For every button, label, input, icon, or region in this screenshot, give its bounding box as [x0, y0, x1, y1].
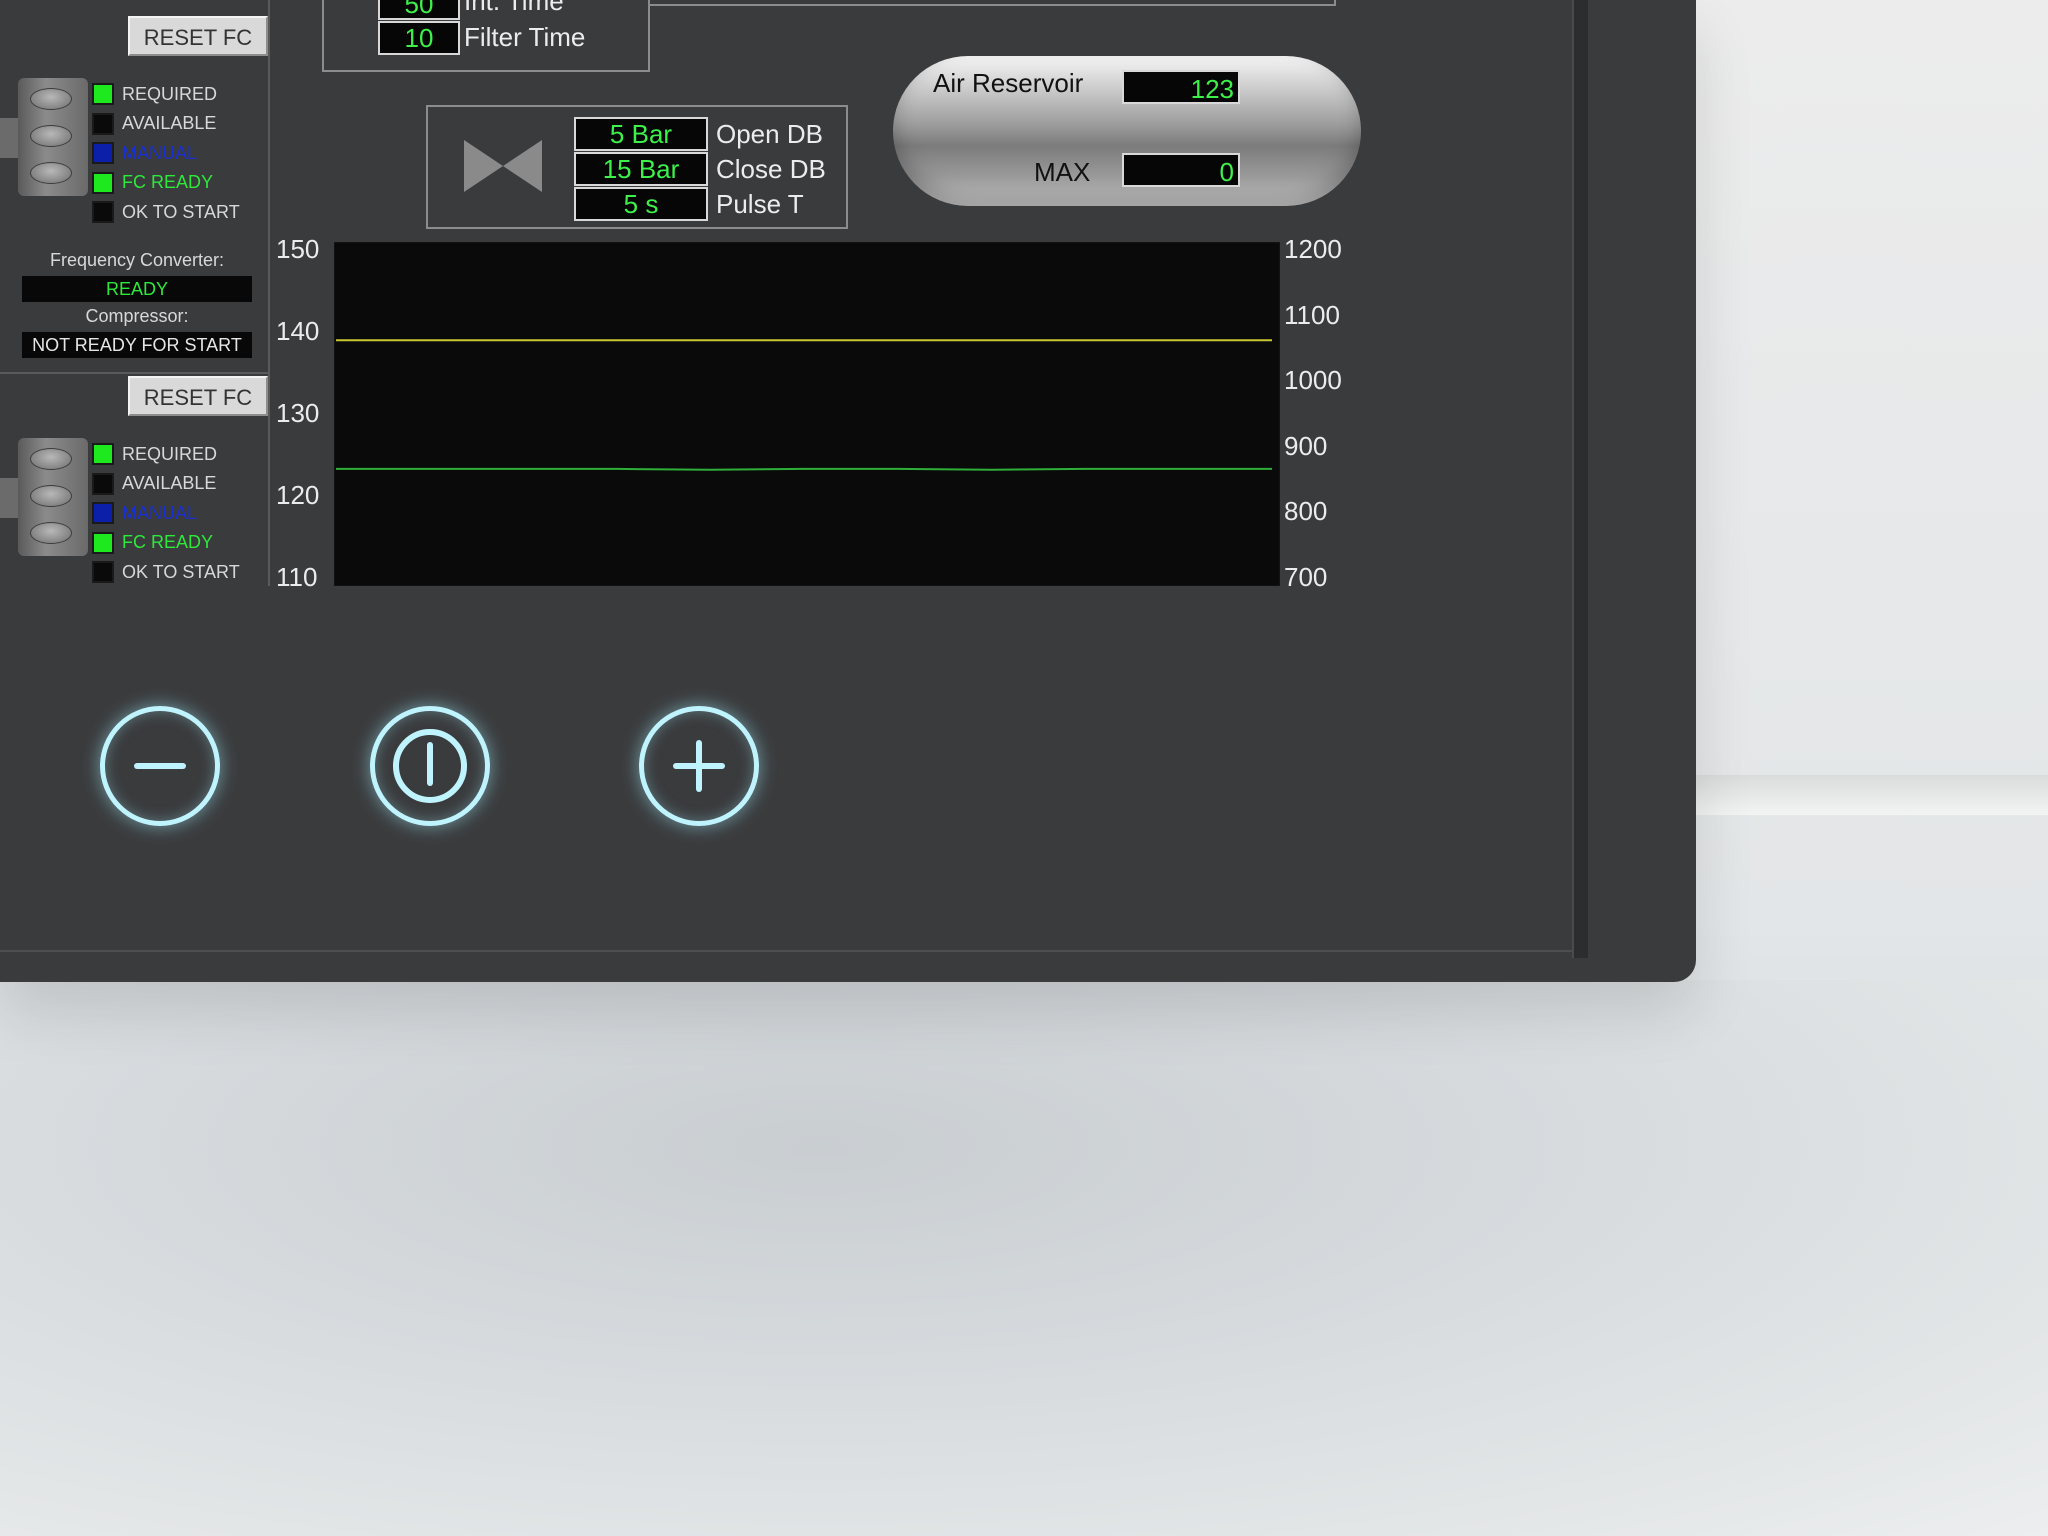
chart-plot-area	[334, 242, 1280, 586]
left-axis-tick: 110	[276, 562, 318, 592]
int-time-label: Int. Time	[464, 0, 564, 16]
frequency-converter-label: Frequency Converter:	[49, 250, 225, 270]
indicator-available: AVAILABLE	[92, 471, 216, 497]
compressor-icon-1	[0, 78, 88, 196]
left-axis-tick: 140	[276, 316, 320, 346]
panel-edge	[1572, 0, 1588, 958]
left-axis-tick: 120	[276, 480, 320, 510]
indicator-lamp	[92, 561, 114, 584]
right-axis-tick: 800	[1284, 496, 1328, 527]
floor-background	[0, 980, 2048, 1536]
left-axis-tick: 130	[276, 398, 320, 428]
indicator-required: REQUIRED	[92, 81, 217, 107]
pulse-time-field[interactable]: 5 s	[574, 187, 708, 221]
right-axis-tick: 900	[1284, 430, 1328, 461]
filter-time-label: Filter Time	[464, 22, 586, 52]
right-axis-tick: 1100	[1284, 299, 1340, 330]
indicator-manual: MANUAL	[92, 500, 197, 526]
indicator-label: AVAILABLE	[122, 113, 217, 134]
open-db-label: Open DB	[716, 119, 823, 149]
indicator-lamp	[92, 531, 114, 554]
filter-time-field[interactable]: 10	[378, 21, 460, 55]
indicator-required: REQUIRED	[92, 441, 217, 467]
power-button[interactable]	[370, 706, 490, 826]
compressor-label: Compressor:	[85, 306, 189, 326]
fc-status-display: READY	[22, 276, 252, 302]
minus-icon	[134, 763, 186, 769]
indicator-lamp	[92, 443, 114, 465]
close-db-field[interactable]: 15 Bar	[574, 152, 708, 186]
indicator-label: AVAILABLE	[122, 473, 217, 494]
unit-divider	[0, 372, 270, 374]
right-axis-tick: 1000	[1284, 365, 1342, 396]
indicator-label: OK TO START	[122, 201, 240, 222]
indicator-fc-ready: FC READY	[92, 170, 213, 196]
indicator-available: AVAILABLE	[92, 111, 216, 137]
indicator-lamp	[92, 112, 114, 135]
pulse-time-label: Pulse T	[716, 189, 804, 219]
indicator-lamp	[92, 142, 114, 165]
indicator-lamp	[92, 502, 114, 525]
close-db-label: Close DB	[716, 154, 826, 184]
indicator-label: MANUAL	[122, 502, 198, 523]
indicator-lamp	[92, 171, 114, 194]
indicator-label: OK TO START	[122, 561, 240, 582]
valve-icon	[464, 140, 542, 192]
plus-icon	[673, 740, 725, 792]
max-value: 0	[1122, 153, 1240, 187]
plus-button[interactable]	[639, 706, 759, 826]
int-time-field[interactable]: 50	[378, 0, 460, 20]
left-axis-tick: 150	[276, 234, 320, 264]
trend-chart	[334, 242, 1280, 586]
compressor-status-display: NOT READY FOR START	[22, 332, 252, 358]
max-label: MAX	[1034, 157, 1091, 187]
compressor-icon-2	[0, 438, 88, 556]
indicator-ok-to-start: OK TO START	[92, 199, 240, 225]
right-axis-tick: 700	[1284, 562, 1328, 592]
indicator-lamp	[92, 472, 114, 495]
reset-fc-button-2[interactable]: RESET FC	[128, 376, 268, 416]
indicator-label: REQUIRED	[122, 443, 218, 464]
indicator-label: FC READY	[122, 172, 214, 193]
indicator-label: FC READY	[122, 532, 214, 553]
indicator-manual: MANUAL	[92, 140, 197, 166]
air-reservoir-value: 123	[1122, 70, 1240, 104]
indicator-label: MANUAL	[122, 142, 198, 163]
top-right-box	[648, 0, 1336, 6]
indicator-lamp	[92, 201, 114, 224]
indicator-fc-ready: FC READY	[92, 530, 213, 556]
right-axis-tick: 1200	[1284, 234, 1342, 264]
indicator-label: REQUIRED	[122, 83, 218, 104]
power-icon	[393, 729, 467, 803]
left-column-divider	[268, 0, 270, 586]
indicator-ok-to-start: OK TO START	[92, 559, 240, 585]
open-db-field[interactable]: 5 Bar	[574, 117, 708, 151]
indicator-lamp	[92, 83, 114, 105]
air-reservoir-label: Air Reservoir	[933, 68, 1084, 98]
reset-fc-button-1[interactable]: RESET FC	[128, 16, 268, 56]
minus-button[interactable]	[100, 706, 220, 826]
trend-line-2	[336, 467, 1272, 471]
wall-baseboard	[1696, 775, 2048, 815]
hmi-panel: 50 Int. Time 10 Filter Time 5 Bar Open D…	[0, 0, 1696, 982]
